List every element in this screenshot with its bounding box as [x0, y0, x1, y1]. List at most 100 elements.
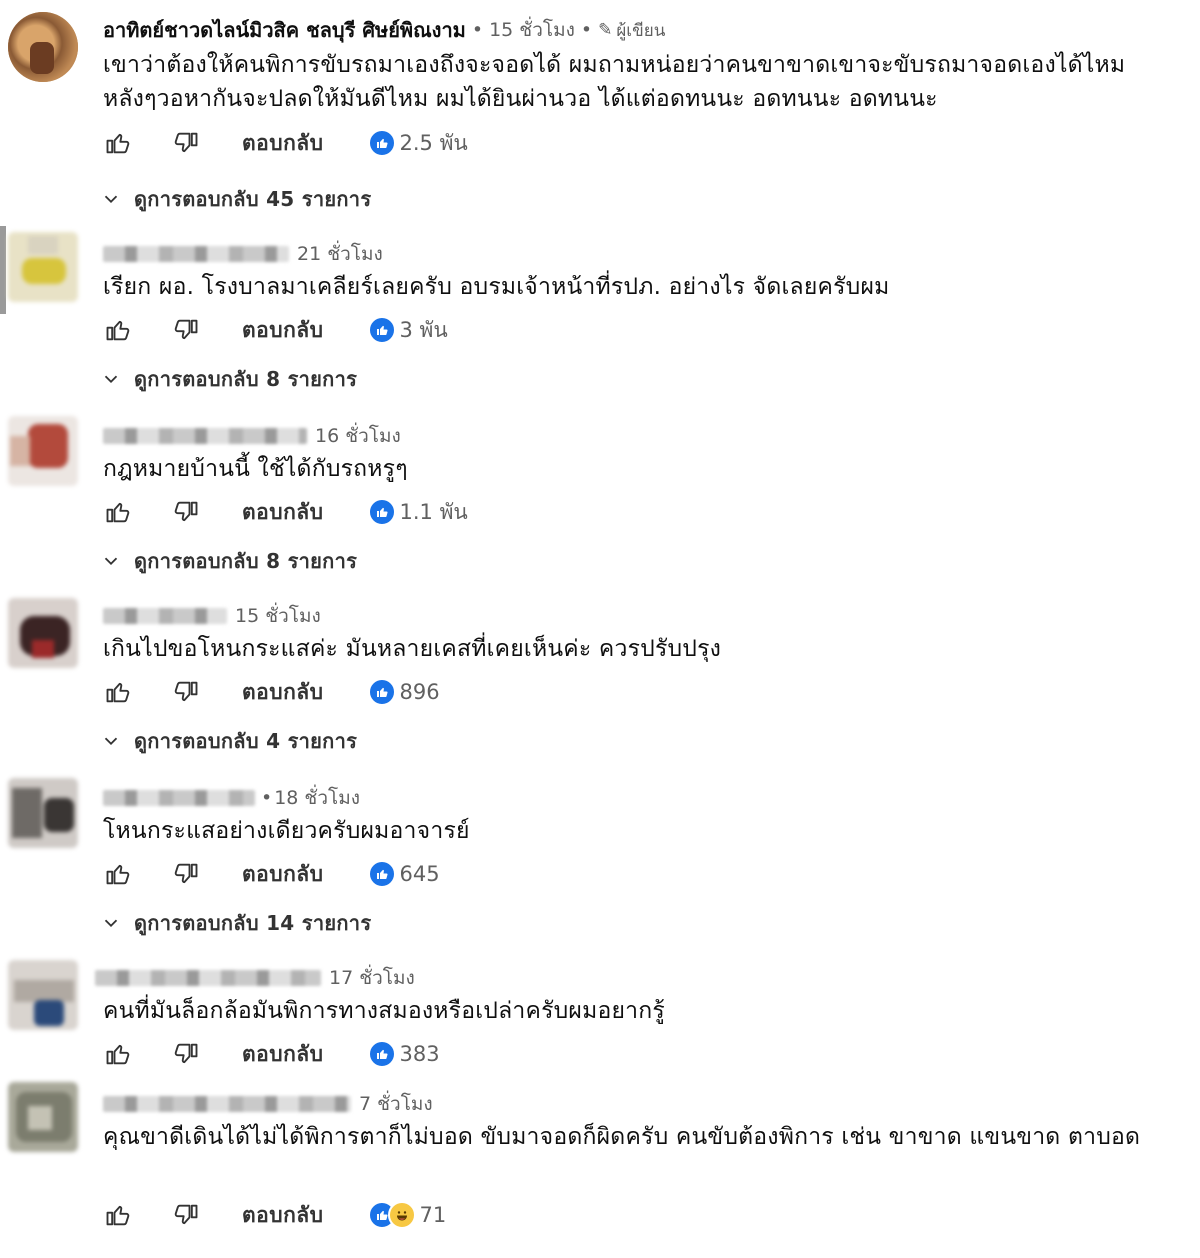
dislike-button[interactable] [168, 125, 204, 161]
blurred-author-name[interactable] [95, 970, 321, 986]
view-replies-label: ดูการตอบกลับ 8 รายการ [134, 367, 358, 391]
reply-button[interactable]: ตอบกลับ [242, 1038, 324, 1071]
reply-button[interactable]: ตอบกลับ [242, 127, 324, 160]
like-count: 896 [399, 680, 440, 704]
comment-time[interactable]: 17 ชั่วโมง [329, 963, 415, 993]
comment-meta: อาทิตย์ชาวดไลน์มิวสิค ชลบุรี ศิษย์พิณงาม… [103, 16, 665, 44]
comment-time[interactable]: 7 ชั่วโมง [359, 1089, 433, 1119]
thumbs-down-outline-icon [174, 132, 198, 153]
reply-button[interactable]: ตอบกลับ [242, 314, 324, 347]
like-count: 383 [399, 1042, 440, 1066]
view-replies-label: ดูการตอบกลับ 45 รายการ [134, 187, 372, 211]
thumbs-up-outline-icon [106, 1205, 130, 1226]
laugh-reaction-icon [387, 1201, 416, 1229]
like-button[interactable] [100, 1197, 136, 1233]
thumbs-up-outline-icon [106, 864, 130, 885]
view-replies-button[interactable]: ดูการตอบกลับ 8 รายการ [100, 546, 357, 576]
comment-meta: 15 ชั่วโมง [103, 602, 321, 630]
like-reaction-icon [367, 678, 396, 706]
like-summary: 2.5 พัน [367, 127, 468, 160]
separator-dot: • [471, 19, 484, 41]
comment-text: เขาว่าต้องให้คนพิการขับรถมาเองถึงจะจอดได… [103, 52, 1126, 112]
reply-button[interactable]: ตอบกลับ [242, 496, 324, 529]
comment-time[interactable]: 21 ชั่วโมง [297, 239, 383, 269]
comment-actions: ตอบกลับ 2.5 พัน [100, 125, 468, 161]
view-replies-label: ดูการตอบกลับ 14 รายการ [134, 911, 372, 935]
like-summary: 3 พัน [367, 314, 448, 347]
like-summary: 1.1 พัน [367, 496, 468, 529]
avatar[interactable] [8, 12, 78, 82]
like-button[interactable] [100, 125, 136, 161]
dislike-button[interactable] [168, 494, 204, 530]
like-button[interactable] [100, 312, 136, 348]
comment-time[interactable]: 16 ชั่วโมง [315, 421, 401, 451]
like-reaction-icon [367, 1040, 396, 1068]
dislike-button[interactable] [168, 674, 204, 710]
comment-time[interactable]: 15 ชั่วโมง [235, 601, 321, 631]
like-summary: 645 [367, 860, 440, 888]
thumbs-down-outline-icon [174, 863, 198, 884]
separator-dot: • [261, 787, 273, 809]
dislike-button[interactable] [168, 1197, 204, 1233]
like-count: 71 [419, 1203, 447, 1227]
chevron-down-icon [104, 375, 118, 384]
comment-time[interactable]: 15 ชั่วโมง [489, 15, 575, 45]
like-button[interactable] [100, 674, 136, 710]
like-count: 1.1 พัน [399, 499, 468, 524]
view-replies-button[interactable]: ดูการตอบกลับ 45 รายการ [100, 184, 371, 214]
avatar[interactable] [8, 778, 78, 848]
comment-text: คนที่มันล็อกล้อมันพิการทางสมองหรือเปล่าค… [103, 998, 665, 1024]
like-button[interactable] [100, 856, 136, 892]
view-replies-label: ดูการตอบกลับ 4 รายการ [134, 729, 358, 753]
reply-button[interactable]: ตอบกลับ [242, 858, 324, 891]
thumbs-up-outline-icon [106, 682, 130, 703]
comment-actions: ตอบกลับ 71 [100, 1197, 446, 1233]
blurred-author-name[interactable] [103, 1096, 351, 1112]
comment-text: โหนกระแสอย่างเดียวครับผมอาจารย์ [103, 818, 470, 844]
like-button[interactable] [100, 1036, 136, 1072]
like-reaction-icon [367, 316, 396, 344]
comment-meta: • 18 ชั่วโมง [103, 784, 360, 812]
view-replies-button[interactable]: ดูการตอบกลับ 8 รายการ [100, 364, 357, 394]
thumbs-down-outline-icon [174, 501, 198, 522]
thumbs-up-outline-icon [106, 1044, 130, 1065]
reply-button[interactable]: ตอบกลับ [242, 1199, 324, 1232]
reply-button[interactable]: ตอบกลับ [242, 676, 324, 709]
avatar[interactable] [8, 416, 78, 486]
like-summary: 383 [367, 1040, 440, 1068]
comment-actions: ตอบกลับ 3 พัน [100, 312, 448, 348]
thumbs-up-outline-icon [106, 320, 130, 341]
view-replies-button[interactable]: ดูการตอบกลับ 4 รายการ [100, 726, 357, 756]
comment-text: เรียก ผอ. โรงบาลมาเคลียร์เลยครับ อบรมเจ้… [103, 274, 890, 300]
comment-time[interactable]: 18 ชั่วโมง [274, 783, 360, 813]
chevron-down-icon [104, 919, 118, 928]
left-edge-bar [0, 226, 6, 314]
like-count: 2.5 พัน [399, 130, 468, 155]
author-name[interactable]: อาทิตย์ชาวดไลน์มิวสิค ชลบุรี ศิษย์พิณงาม [103, 14, 466, 46]
like-button[interactable] [100, 494, 136, 530]
like-reaction-icon [367, 498, 396, 526]
pencil-icon: ✎ [598, 20, 613, 40]
avatar[interactable] [8, 598, 78, 668]
blurred-author-name[interactable] [103, 428, 307, 444]
dislike-button[interactable] [168, 1036, 204, 1072]
comment-text: เกินไปขอโหนกระแสค่ะ มันหลายเคสที่เคยเห็น… [103, 636, 722, 662]
thumbs-down-outline-icon [174, 1043, 198, 1064]
avatar[interactable] [8, 960, 78, 1030]
comment-actions: ตอบกลับ 1.1 พัน [100, 494, 468, 530]
blurred-author-name[interactable] [103, 790, 255, 806]
creator-badge: ผู้เขียน [616, 20, 666, 41]
dislike-button[interactable] [168, 856, 204, 892]
view-replies-button[interactable]: ดูการตอบกลับ 14 รายการ [100, 908, 371, 938]
dislike-button[interactable] [168, 312, 204, 348]
chevron-down-icon [104, 737, 118, 746]
blurred-author-name[interactable] [103, 608, 227, 624]
separator-dot: • [580, 19, 593, 41]
comment-meta: 7 ชั่วโมง [103, 1090, 433, 1118]
avatar[interactable] [8, 1082, 78, 1152]
comment-actions: ตอบกลับ 645 [100, 856, 440, 892]
thumbs-up-outline-icon [106, 502, 130, 523]
comment-text: คุณขาดีเดินได้ไม่ได้พิการตาก็ไม่บอด ขับม… [103, 1124, 1141, 1150]
blurred-author-name[interactable] [103, 246, 289, 262]
avatar[interactable] [8, 232, 78, 302]
